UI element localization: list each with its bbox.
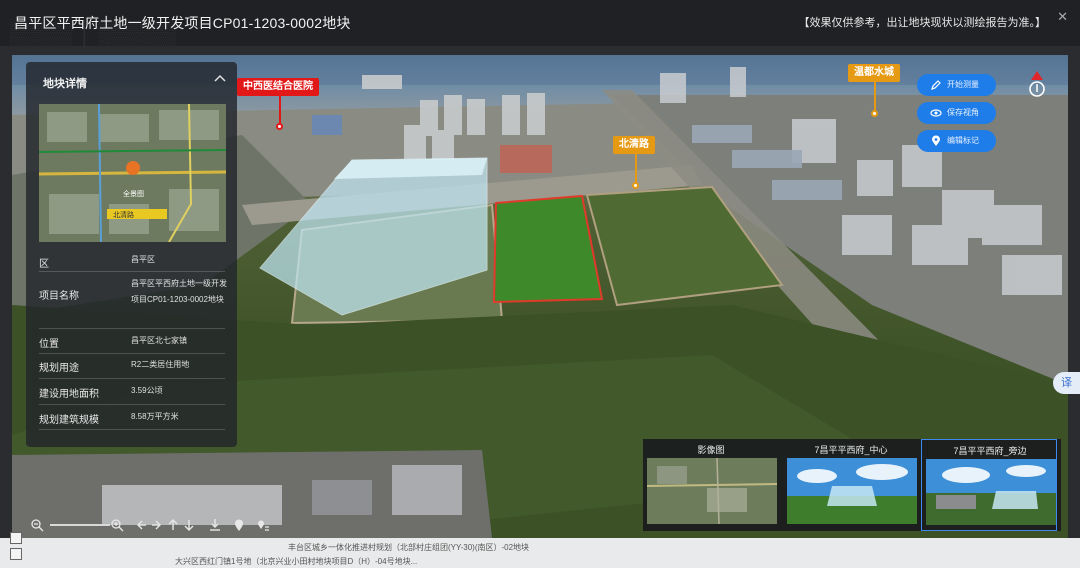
property-value: 昌平区北七家镇	[131, 336, 187, 345]
property-value: 昌平区	[131, 255, 155, 264]
view-thumb-imagery[interactable]: 影像图	[643, 439, 779, 531]
property-label: 规划用途	[39, 363, 79, 374]
download-icon[interactable]	[208, 518, 222, 532]
background-list-text: 大兴区西红门镇1号地（北京兴业小田村地块项目D（H）-04号地块...	[175, 557, 418, 566]
zoom-out-icon[interactable]	[30, 518, 44, 532]
poi-marker-road[interactable]	[632, 182, 639, 189]
poi-label-community[interactable]: 温都水城	[848, 64, 900, 82]
property-value: R2二类居住用地	[131, 360, 190, 369]
pin-list-icon[interactable]	[256, 518, 270, 532]
pen-icon	[931, 80, 941, 90]
edit-marker-label: 编辑标记	[947, 136, 979, 145]
poi-marker-hospital[interactable]	[276, 123, 283, 130]
minimap-center-label: 全景图	[123, 191, 144, 198]
view-thumb-label: 7昌平平西府_旁边	[953, 446, 1027, 456]
poi-label-road[interactable]: 北清路	[613, 136, 655, 154]
property-row-land-use: 规划用途 R2二类居住用地	[39, 354, 225, 379]
location-minimap[interactable]: 全景图 北清路	[39, 104, 226, 242]
property-row-district: 区 昌平区	[39, 250, 225, 272]
arrow-down-icon[interactable]	[182, 518, 196, 532]
poi-label-hospital[interactable]: 中西医结合医院	[237, 78, 319, 96]
translate-button[interactable]: 译	[1053, 372, 1080, 394]
property-label: 项目名称	[39, 291, 79, 302]
view-thumb-image	[787, 458, 917, 524]
title-bar: ▒▒▒▒ │ ▒▒▒▒▒ 昌平区平西府土地一级开发项目CP01-1203-000…	[0, 0, 1080, 46]
property-value: 3.59公顷	[131, 386, 163, 395]
property-label: 位置	[39, 339, 59, 350]
property-label: 规划建筑规模	[39, 415, 99, 426]
page-title: 昌平区平西府土地一级开发项目CP01-1203-0002地块	[14, 15, 351, 31]
map-toolbar	[26, 514, 276, 536]
north-arrow-icon[interactable]	[1028, 70, 1046, 98]
background-corner-box	[10, 548, 22, 560]
property-row-building-scale: 规划建筑规模 8.58万平方米	[39, 405, 225, 430]
pin-icon	[932, 135, 940, 146]
view-thumb-label: 7昌平平西府_中心	[814, 445, 888, 455]
view-thumb-label: 影像图	[697, 445, 725, 455]
view-thumb-image	[647, 458, 777, 524]
background-list-text: 丰台区城乡一体化推进村规划（北部村庄组团(YY-30)(南区）-02地块	[288, 543, 530, 552]
location-pin-icon[interactable]	[232, 518, 246, 532]
property-row-land-area: 建设用地面积 3.59公顷	[39, 379, 225, 405]
property-row-project-name: 项目名称 昌平区平西府土地一级开发项目CP01-1203-0002地块	[39, 273, 227, 329]
view-thumb-image	[926, 459, 1056, 525]
background-page-strip: 丰台区城乡一体化推进村规划（北部村庄组团(YY-30)(南区）-02地块 大兴区…	[0, 532, 1080, 568]
property-label: 区	[39, 259, 49, 270]
minimap-road-label: 北清路	[113, 212, 134, 219]
start-measure-label: 开始测量	[947, 80, 979, 89]
zoom-slider[interactable]	[50, 524, 110, 526]
close-button[interactable]: ✕	[1057, 9, 1068, 25]
poi-stem-hospital	[279, 96, 281, 126]
disclaimer-notice: 【效果仅供参考，出让地块现状以测绘报告为准。】	[798, 17, 1047, 29]
poi-stem-road	[635, 154, 637, 184]
view-switcher: 影像图 7昌平平西府_中心 7昌平平西府_旁边	[643, 439, 1061, 531]
save-view-button[interactable]: 保存视角	[917, 102, 996, 124]
poi-marker-community[interactable]	[871, 110, 878, 117]
panel-header[interactable]: 地块详情	[26, 62, 237, 100]
arrow-up-icon[interactable]	[166, 518, 180, 532]
property-row-location: 位置 昌平区北七家镇	[39, 330, 225, 354]
property-value: 8.58万平方米	[131, 412, 179, 421]
arrow-left-icon[interactable]	[134, 518, 148, 532]
panel-title: 地块详情	[43, 78, 87, 90]
poi-stem-community	[874, 82, 876, 112]
property-label: 建设用地面积	[39, 389, 99, 400]
save-view-label: 保存视角	[947, 108, 979, 117]
parcel-detail-panel: 地块详情 全景图 北清路 区 昌平区 项目名称 昌平区平西府土地一级开发项目CP…	[26, 62, 237, 447]
arrow-right-icon[interactable]	[150, 518, 164, 532]
chevron-up-icon[interactable]	[213, 72, 227, 86]
app-window: ▒▒▒▒ │ ▒▒▒▒▒ 昌平区平西府土地一级开发项目CP01-1203-000…	[0, 0, 1080, 568]
view-thumb-center[interactable]: 7昌平平西府_中心	[783, 439, 919, 531]
zoom-in-icon[interactable]	[110, 518, 124, 532]
eye-icon	[930, 109, 942, 117]
start-measure-button[interactable]: 开始测量	[917, 74, 996, 96]
edit-marker-button[interactable]: 编辑标记	[917, 130, 996, 152]
background-corner-box	[10, 532, 22, 544]
minimap-image	[39, 104, 226, 242]
property-value: 昌平区平西府土地一级开发项目CP01-1203-0002地块	[131, 279, 227, 304]
view-thumb-side[interactable]: 7昌平平西府_旁边	[921, 439, 1057, 531]
